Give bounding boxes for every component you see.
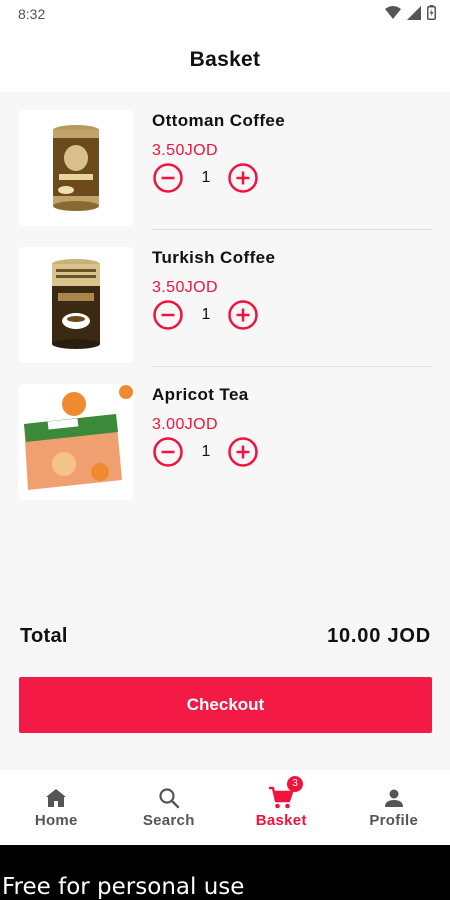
coffee-can-image (18, 110, 134, 226)
nav-item-search[interactable]: Search (113, 770, 226, 845)
battery-icon (427, 5, 436, 20)
product-image (18, 384, 134, 500)
home-icon (46, 789, 67, 807)
app-header: Basket (0, 28, 450, 92)
watermark-bar: Free for personal use (0, 845, 450, 900)
nav-item-home[interactable]: Home (0, 770, 113, 845)
nav-label-basket: Basket (255, 812, 307, 829)
bottom-navigation: Home Search 3 Basket Profile (0, 770, 450, 845)
tea-box-image (18, 384, 134, 500)
status-time: 8:32 (18, 6, 46, 22)
product-name: Ottoman Coffee (152, 111, 286, 130)
checkout-label: Checkout (186, 695, 265, 714)
product-price: 3.50JOD (152, 279, 218, 296)
nav-label-home: Home (34, 812, 78, 829)
status-icons (385, 5, 436, 20)
person-icon (384, 789, 403, 807)
product-price: 3.00JOD (152, 416, 218, 433)
coffee-can-image (18, 247, 134, 363)
nav-label-profile: Profile (369, 812, 419, 829)
status-bar: 8:32 (0, 0, 450, 28)
quantity-value: 1 (201, 443, 211, 460)
nav-item-profile[interactable]: Profile (338, 770, 450, 845)
checkout-button[interactable]: Checkout (19, 677, 432, 733)
increase-quantity-button[interactable] (227, 162, 259, 194)
watermark-text: Free for personal use (2, 874, 245, 900)
cart-count-badge: 3 (287, 776, 303, 792)
page-title: Basket (189, 48, 261, 71)
product-name: Turkish Coffee (152, 248, 276, 267)
product-image (18, 247, 134, 363)
quantity-value: 1 (201, 306, 211, 323)
nav-label-search: Search (142, 812, 195, 829)
increase-quantity-button[interactable] (227, 436, 259, 468)
search-icon (159, 788, 179, 809)
product-name: Apricot Tea (152, 385, 249, 404)
product-image (18, 110, 134, 226)
total-label: Total (20, 625, 68, 647)
increase-quantity-button[interactable] (227, 299, 259, 331)
wifi-icon (385, 5, 401, 19)
decrease-quantity-button[interactable] (152, 162, 184, 194)
decrease-quantity-button[interactable] (152, 299, 184, 331)
product-price: 3.50JOD (152, 142, 218, 159)
basket-item: Apricot Tea 3.00JOD 1 (18, 366, 432, 503)
total-value: 10.00 JOD (327, 625, 431, 647)
quantity-value: 1 (201, 169, 211, 186)
basket-item: Ottoman Coffee 3.50JOD 1 (18, 92, 432, 230)
nav-item-basket[interactable]: 3 Basket (225, 770, 338, 845)
decrease-quantity-button[interactable] (152, 436, 184, 468)
signal-icon (407, 5, 421, 20)
basket-item: Turkish Coffee 3.50JOD 1 (18, 229, 432, 367)
